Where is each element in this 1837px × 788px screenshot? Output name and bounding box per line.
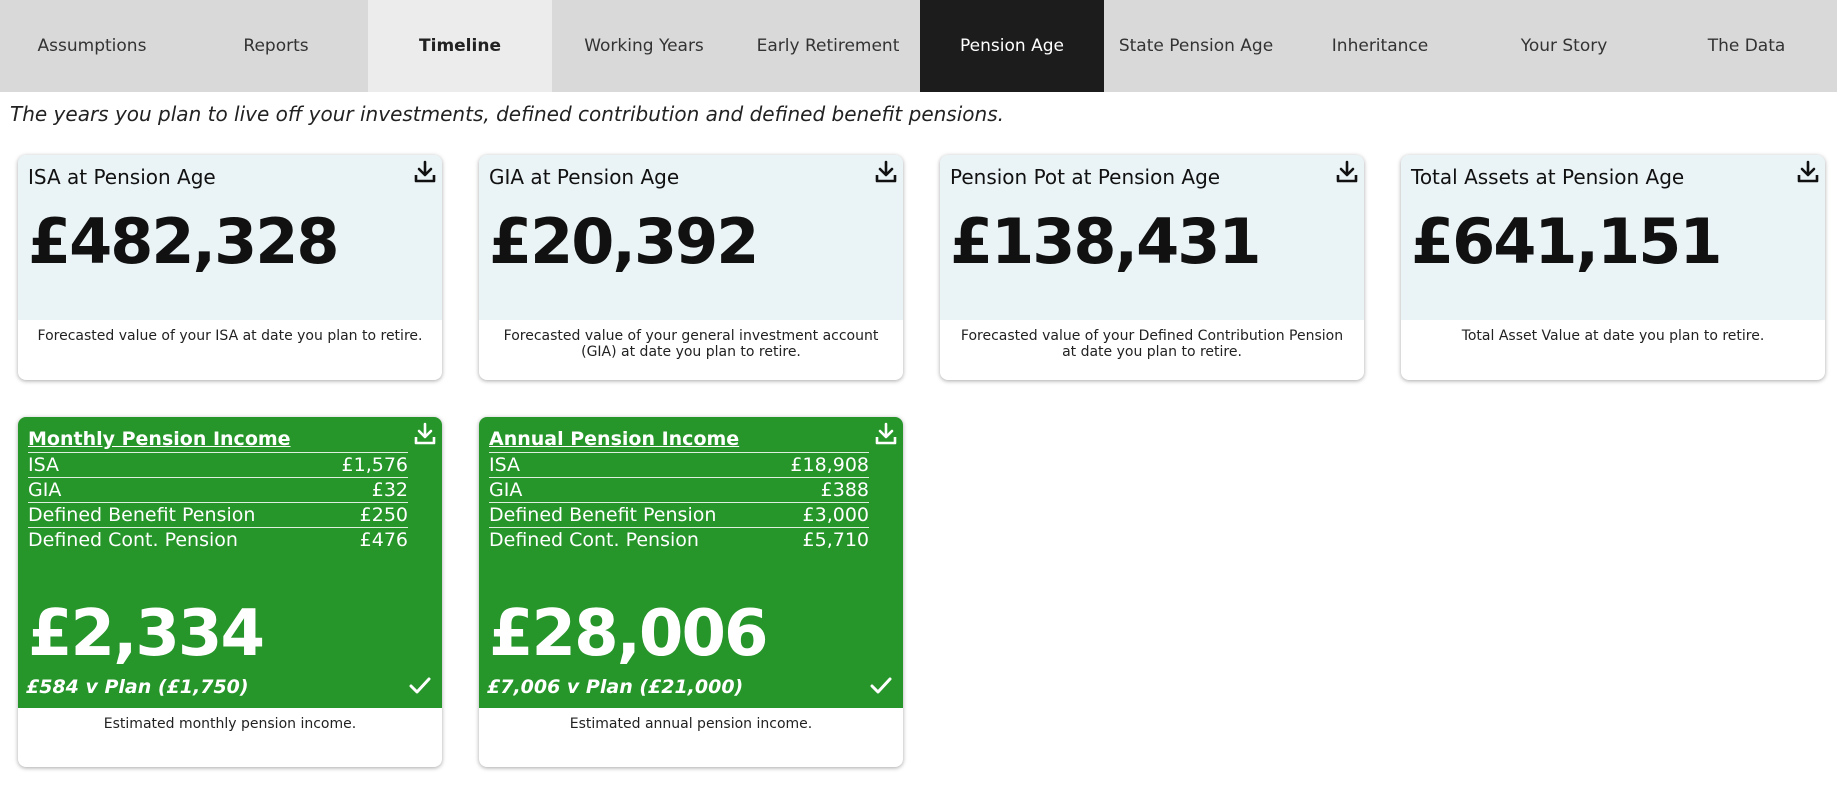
annual-income-panel: Annual Pension Income ISA £18,908 GIA £3… <box>479 417 903 708</box>
total-assets-card: Total Assets at Pension Age £641,151 Tot… <box>1401 155 1825 380</box>
income-row-label: GIA <box>489 479 523 501</box>
download-icon[interactable] <box>414 160 436 184</box>
monthly-income-card: Monthly Pension Income ISA £1,576 GIA £3… <box>18 417 442 767</box>
tab-the-data[interactable]: The Data <box>1656 0 1837 92</box>
tab-assumptions[interactable]: Assumptions <box>0 0 184 92</box>
check-icon <box>408 675 432 697</box>
card-caption: Forecasted value of your ISA at date you… <box>37 328 423 344</box>
card-title: ISA at Pension Age <box>28 165 216 189</box>
pension-pot-card: Pension Pot at Pension Age £138,431 Fore… <box>940 155 1364 380</box>
card-caption: Total Asset Value at date you plan to re… <box>1461 328 1765 344</box>
tab-working-years[interactable]: Working Years <box>552 0 736 92</box>
income-row: Defined Cont. Pension £5,710 <box>489 527 869 552</box>
download-icon[interactable] <box>875 422 897 446</box>
income-row-label: ISA <box>28 454 60 476</box>
card-title: Total Assets at Pension Age <box>1411 165 1685 189</box>
card-value: £20,392 <box>489 205 759 278</box>
income-row-value: £1,576 <box>341 454 408 476</box>
card-title: Annual Pension Income <box>489 428 740 450</box>
tab-early-retirement[interactable]: Early Retirement <box>736 0 920 92</box>
income-breakdown: ISA £1,576 GIA £32 Defined Benefit Pensi… <box>28 452 408 552</box>
income-row-label: Defined Benefit Pension <box>489 504 717 526</box>
income-vs-plan: £7,006 v Plan (£21,000) <box>487 676 744 698</box>
card-caption: Forecasted value of your general investm… <box>503 328 879 360</box>
card-value: £138,431 <box>950 205 1262 278</box>
card-title: GIA at Pension Age <box>489 165 680 189</box>
tab-state-pension-age[interactable]: State Pension Age <box>1104 0 1288 92</box>
income-row-label: Defined Benefit Pension <box>28 504 256 526</box>
card-caption: Estimated annual pension income. <box>569 716 813 732</box>
isa-card: ISA at Pension Age £482,328 Forecasted v… <box>18 155 442 380</box>
gia-card: GIA at Pension Age £20,392 Forecasted va… <box>479 155 903 380</box>
download-icon[interactable] <box>875 160 897 184</box>
income-row-value: £3,000 <box>802 504 869 526</box>
income-row: GIA £388 <box>489 477 869 502</box>
income-row: Defined Benefit Pension £3,000 <box>489 502 869 527</box>
income-row-value: £18,908 <box>790 454 869 476</box>
download-icon[interactable] <box>1336 160 1358 184</box>
income-breakdown: ISA £18,908 GIA £388 Defined Benefit Pen… <box>489 452 869 552</box>
income-total: £2,334 <box>28 597 265 671</box>
income-row: Defined Benefit Pension £250 <box>28 502 408 527</box>
pension-pot-card-panel: Pension Pot at Pension Age £138,431 <box>940 155 1364 320</box>
income-row-label: ISA <box>489 454 521 476</box>
total-assets-card-panel: Total Assets at Pension Age £641,151 <box>1401 155 1825 320</box>
card-title: Pension Pot at Pension Age <box>950 165 1221 189</box>
income-row-label: GIA <box>28 479 62 501</box>
income-total: £28,006 <box>489 597 768 671</box>
income-row-value: £5,710 <box>802 529 869 551</box>
income-row-value: £388 <box>820 479 869 501</box>
gia-card-panel: GIA at Pension Age £20,392 <box>479 155 903 320</box>
download-icon[interactable] <box>1797 160 1819 184</box>
monthly-income-panel: Monthly Pension Income ISA £1,576 GIA £3… <box>18 417 442 708</box>
income-row-value: £250 <box>359 504 408 526</box>
income-row: Defined Cont. Pension £476 <box>28 527 408 552</box>
card-caption: Forecasted value of your Defined Contrib… <box>960 328 1344 360</box>
card-value: £641,151 <box>1411 205 1723 278</box>
income-vs-plan: £584 v Plan (£1,750) <box>26 676 249 698</box>
cards-grid: ISA at Pension Age £482,328 Forecasted v… <box>18 155 1825 767</box>
tab-your-story[interactable]: Your Story <box>1472 0 1656 92</box>
download-icon[interactable] <box>414 422 436 446</box>
income-row-label: Defined Cont. Pension <box>28 529 238 551</box>
income-row-value: £32 <box>371 479 408 501</box>
tab-inheritance[interactable]: Inheritance <box>1288 0 1472 92</box>
card-caption: Estimated monthly pension income. <box>103 716 357 732</box>
check-icon <box>869 675 893 697</box>
income-row: ISA £1,576 <box>28 452 408 477</box>
annual-income-card: Annual Pension Income ISA £18,908 GIA £3… <box>479 417 903 767</box>
card-title: Monthly Pension Income <box>28 428 291 450</box>
income-row: GIA £32 <box>28 477 408 502</box>
tab-timeline[interactable]: Timeline <box>368 0 552 92</box>
isa-card-panel: ISA at Pension Age £482,328 <box>18 155 442 320</box>
tab-reports[interactable]: Reports <box>184 0 368 92</box>
card-value: £482,328 <box>28 205 340 278</box>
page-subtitle: The years you plan to live off your inve… <box>10 102 1004 126</box>
top-tab-bar: Assumptions Reports Timeline Working Yea… <box>0 0 1837 92</box>
income-row: ISA £18,908 <box>489 452 869 477</box>
income-row-value: £476 <box>359 529 408 551</box>
income-row-label: Defined Cont. Pension <box>489 529 699 551</box>
tab-pension-age[interactable]: Pension Age <box>920 0 1104 92</box>
